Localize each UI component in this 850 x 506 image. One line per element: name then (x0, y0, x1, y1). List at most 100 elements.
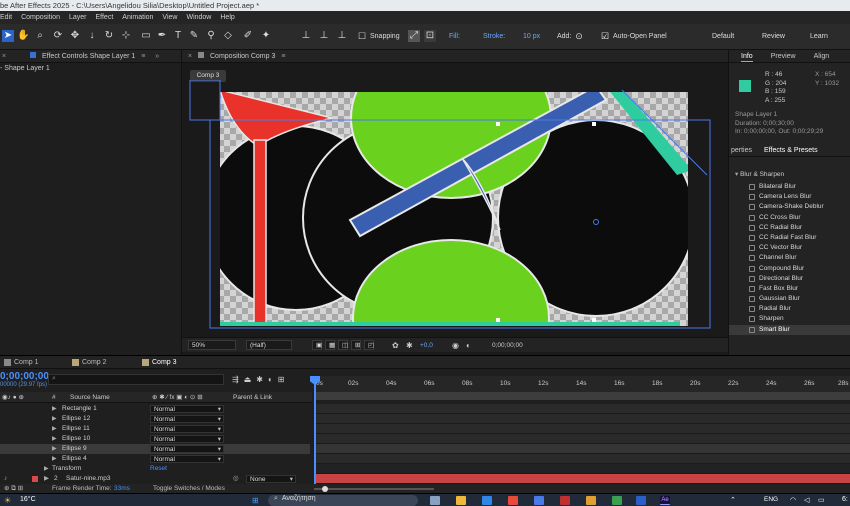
blend-mode-dropdown[interactable]: Normal (150, 425, 224, 434)
effect-item[interactable]: Radial Blur (729, 304, 850, 314)
anchor-handle[interactable] (592, 318, 596, 322)
effect-item[interactable]: Fast Box Blur (729, 284, 850, 294)
workspace-default[interactable]: Default (712, 33, 734, 40)
snap-edges-icon[interactable]: ⤢ (408, 30, 420, 42)
layer-row[interactable]: ▶ Ellipse 12 Normal (0, 414, 310, 424)
snapping-checkbox[interactable]: ☐ (356, 30, 368, 42)
selection-tool-icon[interactable]: ➤ (2, 30, 14, 42)
layer-track[interactable] (314, 434, 850, 444)
layer-row[interactable]: ▶ Ellipse 4 Normal (0, 454, 310, 464)
panel-menu-icon[interactable]: ≡ (281, 53, 285, 60)
expand-chevron-icon[interactable]: ▶ (44, 474, 49, 484)
auto-open-checkbox[interactable]: ☑ (599, 30, 611, 42)
menu-edit[interactable]: Edit (0, 11, 12, 24)
speaker-icon[interactable]: ◁ (804, 496, 809, 504)
tab-comp-1[interactable]: Comp 1 (2, 357, 39, 368)
effect-item[interactable]: Directional Blur (729, 274, 850, 284)
app-icon[interactable] (560, 496, 570, 505)
effect-item[interactable]: CC Radial Blur (729, 223, 850, 233)
pan-tool-icon[interactable]: ✥ (69, 30, 81, 42)
stroke-width-value[interactable]: 10 px (523, 33, 540, 40)
layer-row[interactable]: ▶ Ellipse 10 Normal (0, 434, 310, 444)
anchor-handle[interactable] (496, 318, 500, 322)
layer-track[interactable] (314, 404, 850, 414)
start-icon[interactable]: ⊞ (252, 496, 259, 505)
rotate-tool-icon[interactable]: ↻ (103, 30, 115, 42)
zoom-tool-icon[interactable]: ⌕ (34, 30, 46, 42)
timeline-timecode[interactable]: 0;00;00;00 (0, 371, 49, 382)
type-tool-icon[interactable]: T (172, 30, 184, 42)
effect-item[interactable]: CC Vector Blur (729, 243, 850, 253)
channel-icon[interactable]: ◰ (364, 340, 374, 350)
transform-row[interactable]: ▶ Transform Reset (0, 464, 310, 474)
audio-track-bar[interactable] (314, 474, 850, 484)
app-icon[interactable] (586, 496, 596, 505)
language-indicator[interactable]: ENG (764, 496, 778, 503)
layer-track[interactable] (314, 414, 850, 424)
file-explorer-icon[interactable] (456, 496, 466, 505)
close-icon[interactable]: × (2, 53, 6, 60)
layer-track[interactable] (314, 464, 850, 474)
panel-menu-icon[interactable]: ≡ (141, 53, 145, 60)
snap-features-icon[interactable]: ⊡ (424, 30, 436, 42)
expand-chevron-icon[interactable]: ▶ (52, 404, 57, 414)
layer-track[interactable] (314, 454, 850, 464)
battery-icon[interactable]: ▭ (818, 496, 825, 504)
anchor-handle[interactable] (496, 122, 500, 126)
expand-chevron-icon[interactable]: ▶ (52, 424, 57, 434)
grid-toggle-icon[interactable]: ⊞ (351, 340, 361, 350)
color-icon[interactable]: ✿ (392, 341, 399, 350)
app-icon[interactable] (612, 496, 622, 505)
workspace-learn[interactable]: Learn (810, 33, 828, 40)
reset-link[interactable]: Reset (150, 464, 167, 474)
tab-properties[interactable]: perties (731, 144, 752, 156)
exposure-value[interactable]: +0,0 (420, 342, 433, 349)
brush-tool-icon[interactable]: ✎ (188, 30, 200, 42)
menu-layer[interactable]: Layer (69, 11, 87, 24)
app-icon[interactable] (636, 496, 646, 505)
taskbar-search[interactable]: ⌕ Αναζήτηση (268, 495, 418, 506)
add-menu-icon[interactable]: ⊙ (573, 30, 585, 42)
blend-mode-dropdown[interactable]: Normal (150, 415, 224, 424)
expand-chevron-icon[interactable]: ▶ (52, 444, 57, 454)
dolly-tool-icon[interactable]: ↓ (86, 30, 98, 42)
tab-preview[interactable]: Preview (771, 50, 796, 62)
tab-effects-presets[interactable]: Effects & Presets (764, 144, 818, 156)
composition-tab[interactable]: Composition Comp 3 (210, 53, 275, 60)
green-bottom-strip[interactable] (220, 322, 680, 330)
layer-row[interactable]: ▶ Ellipse 11 Normal (0, 424, 310, 434)
effect-item[interactable]: Camera Lens Blur (729, 192, 850, 202)
viewer-timecode[interactable]: 0;00;00;00 (492, 342, 523, 349)
blend-mode-dropdown[interactable]: Normal (150, 435, 224, 444)
layer-track[interactable] (314, 424, 850, 434)
zoom-dropdown[interactable]: 50% (188, 340, 236, 350)
axis-world-icon[interactable]: ⊥ (318, 30, 330, 42)
edge-icon[interactable] (482, 496, 492, 505)
effect-item[interactable]: Sharpen (729, 314, 850, 324)
layer-row-selected[interactable]: ▶ Ellipse 9 Normal (0, 444, 310, 454)
puppet-tool-icon[interactable]: ✦ (260, 30, 272, 42)
tray-chevron-icon[interactable]: ⌃ (730, 496, 736, 504)
region-of-interest-icon[interactable]: ▣ (312, 340, 322, 350)
orbit-tool-icon[interactable]: ⟳ (52, 30, 64, 42)
show-snapshot-icon[interactable]: ◐ (466, 341, 471, 350)
menu-help[interactable]: Help (220, 11, 234, 24)
playhead[interactable] (314, 376, 316, 484)
clock[interactable]: 6: (842, 496, 848, 503)
tab-align[interactable]: Align (814, 50, 830, 62)
effect-item[interactable]: Camera-Shake Deblur (729, 202, 850, 212)
effect-item[interactable]: Compound Blur (729, 264, 850, 274)
hand-tool-icon[interactable]: ✋ (17, 30, 29, 42)
menu-animation[interactable]: Animation (122, 11, 153, 24)
mask-toggle-icon[interactable]: ◫ (338, 340, 348, 350)
tab-info[interactable]: Info (741, 50, 753, 62)
effect-item[interactable]: Channel Blur (729, 253, 850, 263)
store-icon[interactable] (508, 496, 518, 505)
red-vertical-bar[interactable] (253, 139, 267, 330)
layer-track[interactable] (314, 444, 850, 454)
tab-comp-2[interactable]: Comp 2 (70, 357, 107, 368)
expand-chevron-icon[interactable]: ▶ (52, 454, 57, 464)
blend-mode-dropdown[interactable]: Normal (150, 445, 224, 454)
menu-view[interactable]: View (162, 11, 177, 24)
layer-row[interactable]: ▶ Rectangle 1 Normal (0, 404, 310, 414)
